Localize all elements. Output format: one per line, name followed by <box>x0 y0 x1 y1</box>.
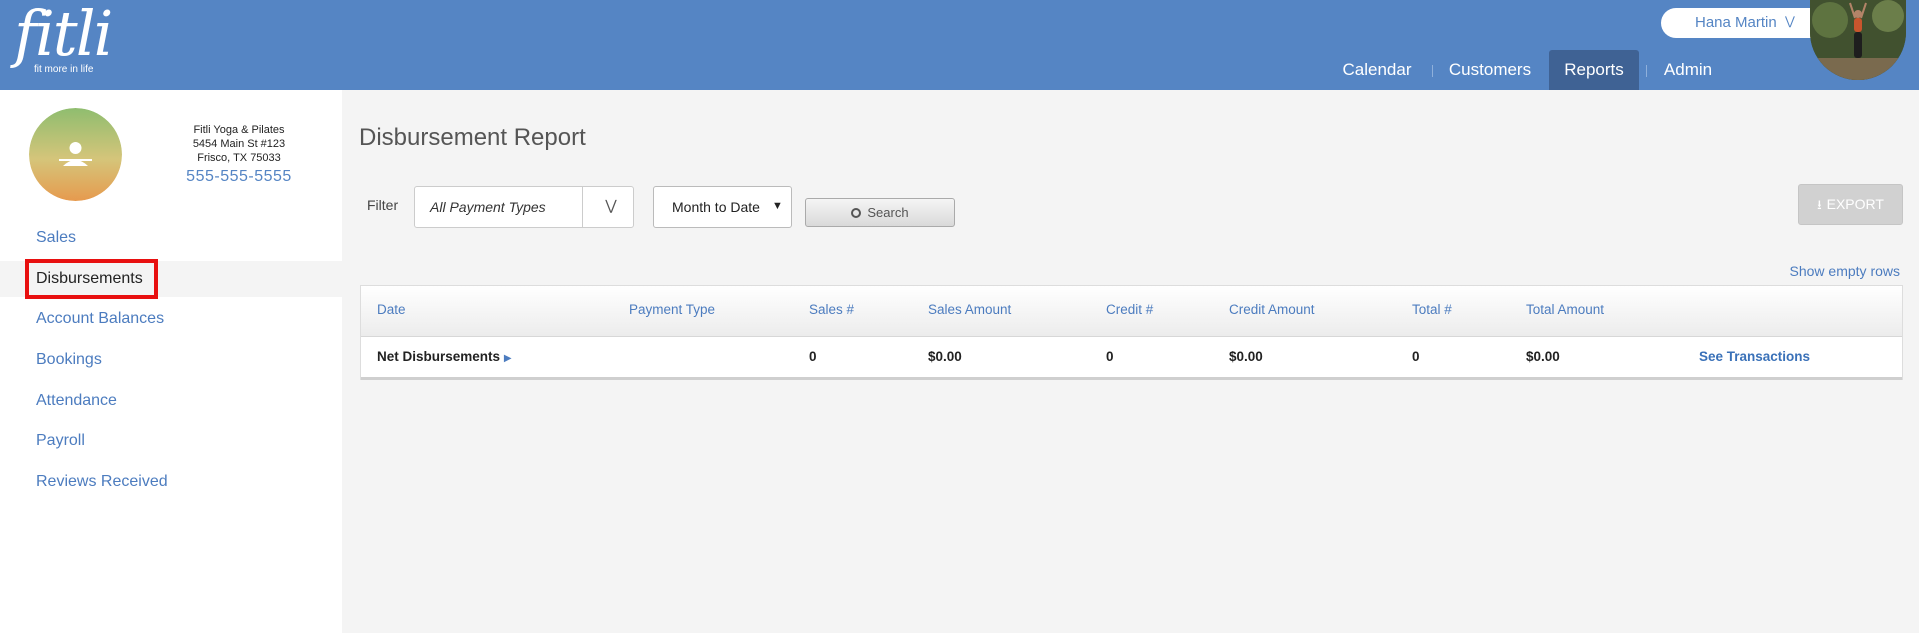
avatar-photo <box>1810 0 1906 80</box>
studio-phone[interactable]: 555-555-5555 <box>170 168 308 186</box>
sidebar-item-bookings[interactable]: Bookings <box>0 342 342 378</box>
sidebar: Fitli Yoga & Pilates 5454 Main St #123 F… <box>0 90 342 633</box>
user-name: Hana Martin <box>1695 14 1777 31</box>
double-chevron-down-icon[interactable]: ⋁ <box>591 197 631 214</box>
sales-count-value: 0 <box>809 349 817 364</box>
studio-address-line1: 5454 Main St #123 <box>192 138 286 150</box>
logo-tagline: fit more in life <box>34 64 94 75</box>
period-value: Month to Date <box>672 199 760 215</box>
avatar[interactable] <box>1810 0 1906 80</box>
search-button-label: Search <box>867 205 909 220</box>
nav-tab-customers[interactable]: Customers <box>1444 50 1536 90</box>
download-icon: ⭳ <box>1817 197 1822 212</box>
chevron-down-icon: ⋁ <box>1785 14 1795 28</box>
sidebar-item-sales[interactable]: Sales <box>0 220 342 256</box>
total-amount-value: $0.00 <box>1526 349 1560 364</box>
table-header: Date Payment Type Sales # Sales Amount C… <box>361 286 1902 337</box>
disbursement-table: Date Payment Type Sales # Sales Amount C… <box>360 285 1903 380</box>
see-transactions-link[interactable]: See Transactions <box>1699 349 1810 364</box>
column-header-total-count[interactable]: Total # <box>1412 302 1452 317</box>
row-label-net-disbursements[interactable]: Net Disbursements ▶ <box>377 349 512 364</box>
nav-divider <box>1646 65 1647 77</box>
payment-type-select[interactable]: All Payment Types ⋁ <box>414 186 634 228</box>
column-header-date[interactable]: Date <box>377 302 406 317</box>
studio-name: Fitli Yoga & Pilates <box>193 124 285 136</box>
chevron-down-icon: ▼ <box>772 200 783 212</box>
total-count-value: 0 <box>1412 349 1420 364</box>
sales-amount-value: $0.00 <box>928 349 962 364</box>
export-button-label: EXPORT <box>1826 196 1884 212</box>
row-label-text: Net Disbursements <box>377 349 501 364</box>
show-empty-rows-link[interactable]: Show empty rows <box>1760 263 1900 279</box>
export-button[interactable]: ⭳ EXPORT <box>1798 184 1903 225</box>
period-select[interactable]: Month to Date ▼ <box>653 186 792 228</box>
sidebar-item-payroll[interactable]: Payroll <box>0 423 342 459</box>
column-header-credit-amount[interactable]: Credit Amount <box>1229 302 1315 317</box>
search-icon <box>851 208 862 218</box>
table-footer-bar <box>361 377 1902 380</box>
top-header: fitli fit more in life Hana Martin ⋁ Cal… <box>0 0 1919 90</box>
credit-amount-value: $0.00 <box>1229 349 1263 364</box>
fitli-logo[interactable]: fitli fit more in life <box>14 0 113 76</box>
nav-tab-calendar[interactable]: Calendar <box>1337 50 1417 90</box>
nav-tab-admin[interactable]: Admin <box>1658 50 1718 90</box>
column-header-credit-count[interactable]: Credit # <box>1106 302 1153 317</box>
table-row: Net Disbursements ▶ 0 $0.00 0 $0.00 0 $0… <box>361 337 1902 377</box>
sidebar-item-attendance[interactable]: Attendance <box>0 383 342 419</box>
caret-right-icon: ▶ <box>503 353 512 364</box>
page-title: Disbursement Report <box>359 124 586 151</box>
column-header-sales-amount[interactable]: Sales Amount <box>928 302 1011 317</box>
payment-type-value: All Payment Types <box>430 199 546 215</box>
select-divider <box>582 187 583 227</box>
sidebar-item-reviews-received[interactable]: Reviews Received <box>0 464 342 500</box>
credit-count-value: 0 <box>1106 349 1114 364</box>
studio-logo <box>29 108 122 201</box>
studio-address: Fitli Yoga & Pilates 5454 Main St #123 F… <box>170 123 308 165</box>
column-header-total-amount[interactable]: Total Amount <box>1526 302 1604 317</box>
search-button[interactable]: Search <box>805 198 955 227</box>
filter-label: Filter <box>367 197 399 213</box>
sidebar-item-disbursements[interactable]: Disbursements <box>0 259 342 299</box>
studio-logo-image <box>29 108 122 201</box>
column-header-sales-count[interactable]: Sales # <box>809 302 854 317</box>
studio-address-line2: Frisco, TX 75033 <box>197 152 281 164</box>
nav-tab-reports[interactable]: Reports <box>1549 50 1639 90</box>
nav-divider <box>1432 65 1433 77</box>
logo-wordmark: fitli <box>14 0 113 70</box>
column-header-payment-type[interactable]: Payment Type <box>629 302 715 317</box>
sidebar-item-account-balances[interactable]: Account Balances <box>0 301 342 337</box>
selection-highlight <box>25 259 158 299</box>
